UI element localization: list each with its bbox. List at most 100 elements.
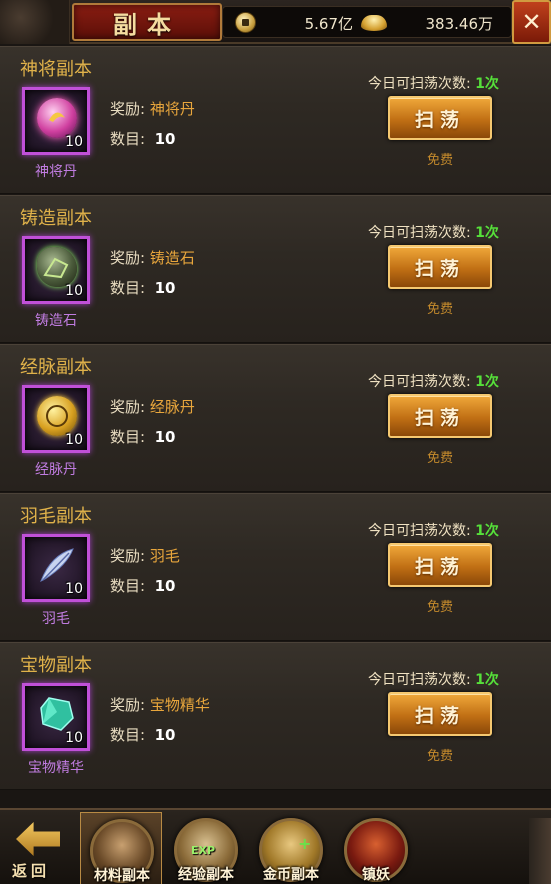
cost-label: 免费 bbox=[426, 749, 453, 764]
reward-item-slot[interactable]: 10 bbox=[22, 683, 90, 751]
count-line: 数目: 10 bbox=[110, 128, 175, 149]
tab-exp-dungeon[interactable]: EXP 经验副本 bbox=[165, 812, 247, 884]
count-line: 数目: 10 bbox=[110, 426, 175, 447]
shenjiang-pill-icon bbox=[37, 98, 77, 138]
count-label: 数目: bbox=[110, 130, 146, 148]
reward-line: 奖励: 铸造石 bbox=[110, 247, 195, 268]
sweeps-remaining: 今日可扫荡次数: 1次 bbox=[368, 371, 499, 391]
reward-item-slot[interactable]: 10 bbox=[22, 534, 90, 602]
sweeps-label: 今日可扫荡次数: bbox=[368, 374, 471, 390]
reward-label: 奖励: bbox=[110, 398, 146, 416]
sweeps-remaining: 今日可扫荡次数: 1次 bbox=[368, 520, 499, 540]
count-value: 10 bbox=[154, 726, 176, 744]
sweeps-remaining: 今日可扫荡次数: 1次 bbox=[368, 669, 499, 689]
dungeon-entry: 神将副本 10 神将丹 奖励: 神将丹 数目: 10 今日可扫荡次数: 1次 扫… bbox=[0, 46, 551, 194]
dungeon-entry: 羽毛副本 10 羽毛 奖励: 羽毛 数目: 10 今日可扫荡次数: 1次 扫荡 … bbox=[0, 493, 551, 641]
dungeon-title: 铸造副本 bbox=[20, 208, 92, 229]
count-value: 10 bbox=[154, 577, 176, 595]
cost-label: 免费 bbox=[426, 600, 453, 615]
coin-amount: 5.67亿 bbox=[304, 15, 353, 33]
sweeps-label: 今日可扫荡次数: bbox=[368, 672, 471, 688]
reward-label: 奖励: bbox=[110, 249, 146, 267]
copper-coin-icon bbox=[235, 12, 256, 33]
item-name: 经脉丹 bbox=[35, 462, 77, 478]
feather-icon bbox=[37, 545, 77, 585]
tab-label: 金币副本 bbox=[263, 867, 319, 883]
count-label: 数目: bbox=[110, 279, 146, 297]
sweeps-count: 1次 bbox=[475, 374, 499, 390]
reward-label: 奖励: bbox=[110, 547, 146, 565]
sweeps-count: 1次 bbox=[475, 225, 499, 241]
item-name: 神将丹 bbox=[35, 164, 77, 180]
top-bar: 副本 5.67亿 383.46万 ✕ bbox=[0, 0, 551, 44]
reward-label: 奖励: bbox=[110, 100, 146, 118]
tab-label: 材料副本 bbox=[94, 868, 150, 884]
header-ornament bbox=[0, 0, 70, 44]
sweep-button-label: 扫荡 bbox=[414, 704, 465, 727]
item-name: 宝物精华 bbox=[28, 760, 84, 776]
sweep-button[interactable]: 扫荡 bbox=[388, 692, 492, 736]
item-quantity-badge: 10 bbox=[65, 730, 83, 746]
item-quantity-badge: 10 bbox=[65, 283, 83, 299]
close-icon: ✕ bbox=[521, 8, 542, 36]
sweep-button[interactable]: 扫荡 bbox=[388, 245, 492, 289]
count-line: 数目: 10 bbox=[110, 277, 175, 298]
sweep-button[interactable]: 扫荡 bbox=[388, 394, 492, 438]
reward-item-slot[interactable]: 10 bbox=[22, 87, 90, 155]
count-value: 10 bbox=[154, 130, 176, 148]
item-name: 羽毛 bbox=[42, 611, 70, 627]
tab-material-dungeon[interactable]: 材料副本 bbox=[80, 812, 162, 884]
item-quantity-badge: 10 bbox=[65, 581, 83, 597]
dungeon-entry: 宝物副本 10 宝物精华 奖励: 宝物精华 数目: 10 今日可扫荡次数: 1次… bbox=[0, 642, 551, 790]
count-label: 数目: bbox=[110, 577, 146, 595]
tab-gold-dungeon[interactable]: + 金币副本 bbox=[250, 812, 332, 884]
reward-value: 铸造石 bbox=[149, 249, 195, 267]
reward-value: 经脉丹 bbox=[149, 398, 195, 416]
sweeps-label: 今日可扫荡次数: bbox=[368, 76, 471, 92]
plus-icon: + bbox=[298, 834, 312, 853]
count-value: 10 bbox=[154, 279, 176, 297]
dungeon-entry: 经脉副本 10 经脉丹 奖励: 经脉丹 数目: 10 今日可扫荡次数: 1次 扫… bbox=[0, 344, 551, 492]
count-label: 数目: bbox=[110, 428, 146, 446]
page-title-plate: 副本 bbox=[72, 3, 222, 41]
count-value: 10 bbox=[154, 428, 176, 446]
close-button[interactable]: ✕ bbox=[512, 0, 551, 44]
reward-line: 奖励: 经脉丹 bbox=[110, 396, 195, 417]
sweeps-count: 1次 bbox=[475, 523, 499, 539]
reward-line: 奖励: 羽毛 bbox=[110, 545, 180, 566]
reward-line: 奖励: 神将丹 bbox=[110, 98, 195, 119]
reward-value: 羽毛 bbox=[149, 547, 180, 565]
reward-item-slot[interactable]: 10 bbox=[22, 385, 90, 453]
dungeon-entry: 铸造副本 10 铸造石 奖励: 铸造石 数目: 10 今日可扫荡次数: 1次 扫… bbox=[0, 195, 551, 343]
item-quantity-badge: 10 bbox=[65, 134, 83, 150]
sweeps-count: 1次 bbox=[475, 76, 499, 92]
meridian-pill-icon bbox=[37, 396, 77, 436]
exp-badge: EXP bbox=[191, 844, 216, 857]
sweeps-count: 1次 bbox=[475, 672, 499, 688]
tab-demon-seal[interactable]: 镇妖 bbox=[335, 812, 417, 884]
sweeps-label: 今日可扫荡次数: bbox=[368, 225, 471, 241]
sweep-button-label: 扫荡 bbox=[414, 257, 465, 280]
sweeps-remaining: 今日可扫荡次数: 1次 bbox=[368, 222, 499, 242]
sweep-button[interactable]: 扫荡 bbox=[388, 543, 492, 587]
reward-value: 神将丹 bbox=[149, 100, 195, 118]
sweeps-remaining: 今日可扫荡次数: 1次 bbox=[368, 73, 499, 93]
count-label: 数目: bbox=[110, 726, 146, 744]
back-button[interactable]: 返回 bbox=[6, 816, 70, 882]
forge-stone-icon bbox=[37, 247, 77, 287]
cost-label: 免费 bbox=[426, 451, 453, 466]
dungeon-list[interactable]: 神将副本 10 神将丹 奖励: 神将丹 数目: 10 今日可扫荡次数: 1次 扫… bbox=[0, 46, 551, 790]
ingot-amount: 383.46万 bbox=[425, 15, 494, 33]
tab-label: 经验副本 bbox=[178, 867, 234, 883]
currency-bar: 5.67亿 383.46万 bbox=[222, 6, 512, 38]
item-quantity-badge: 10 bbox=[65, 432, 83, 448]
sweep-button-label: 扫荡 bbox=[414, 555, 465, 578]
tab-label: 镇妖 bbox=[362, 867, 390, 883]
reward-value: 宝物精华 bbox=[149, 696, 210, 714]
sweep-button-label: 扫荡 bbox=[414, 406, 465, 429]
reward-line: 奖励: 宝物精华 bbox=[110, 694, 210, 715]
back-label: 返回 bbox=[12, 862, 51, 880]
sweep-button[interactable]: 扫荡 bbox=[388, 96, 492, 140]
reward-item-slot[interactable]: 10 bbox=[22, 236, 90, 304]
dungeon-title: 宝物副本 bbox=[20, 655, 92, 676]
